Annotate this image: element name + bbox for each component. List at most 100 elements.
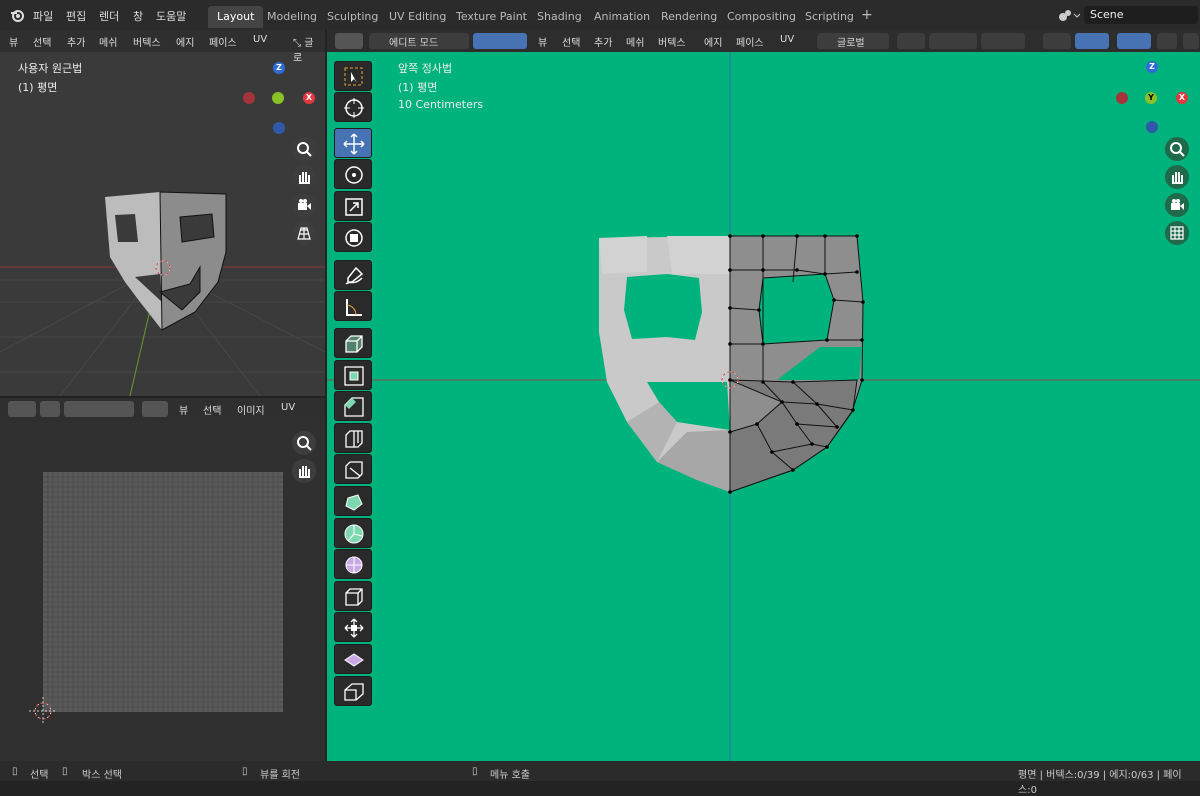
add-workspace-button[interactable]: + bbox=[852, 6, 882, 28]
mesh-vertex[interactable] bbox=[728, 378, 732, 382]
menu-window[interactable]: 창 bbox=[133, 8, 143, 24]
mesh-vertex[interactable] bbox=[823, 234, 827, 238]
mesh-vertex[interactable] bbox=[780, 400, 784, 404]
mesh-vertex[interactable] bbox=[761, 234, 765, 238]
rip-icon[interactable] bbox=[334, 676, 372, 706]
uv-menu-view[interactable]: 뷰 bbox=[176, 401, 191, 417]
edge-slide-icon[interactable] bbox=[334, 581, 372, 611]
mesh-vertex[interactable] bbox=[861, 300, 865, 304]
menu-edit[interactable]: 편집 bbox=[66, 8, 86, 24]
editor-type-icon[interactable] bbox=[8, 401, 36, 417]
gizmo-toggle-icon[interactable] bbox=[1075, 33, 1109, 49]
extrude-icon[interactable] bbox=[334, 328, 372, 358]
uv-menu-select[interactable]: 선택 bbox=[200, 401, 224, 417]
mesh-vertex[interactable] bbox=[825, 445, 829, 449]
menu-render[interactable]: 렌더 bbox=[99, 8, 119, 24]
shrink-icon[interactable] bbox=[334, 612, 372, 642]
uv-select-mode-group[interactable] bbox=[64, 401, 134, 417]
mesh-vertex[interactable] bbox=[860, 378, 864, 382]
sticky-select-icon[interactable] bbox=[142, 401, 168, 417]
overlay-toggle-icon[interactable] bbox=[1117, 33, 1151, 49]
left-menu-mesh[interactable]: 메쉬 bbox=[96, 33, 120, 49]
mesh-vertex[interactable] bbox=[815, 402, 819, 406]
main-menu-mesh[interactable]: 메쉬 bbox=[623, 33, 647, 49]
main-grid-icon[interactable] bbox=[1165, 221, 1189, 245]
tab-layout[interactable]: Layout bbox=[208, 6, 264, 28]
transform-orientation[interactable]: 글로벌 bbox=[817, 33, 889, 49]
left-menu-add[interactable]: 추가 bbox=[64, 33, 88, 49]
main-gizmo-neg-z[interactable] bbox=[1146, 121, 1158, 133]
left-menu-select[interactable]: 선택 bbox=[30, 33, 54, 49]
mesh-vertex[interactable] bbox=[728, 342, 732, 346]
main-camera-icon[interactable] bbox=[1165, 193, 1189, 217]
proportional-edit-icon[interactable] bbox=[981, 33, 1025, 49]
annotate-icon[interactable] bbox=[334, 260, 372, 290]
uv-editor[interactable]: 뷰 선택 이미지 UV bbox=[0, 398, 325, 761]
left-transform-orientation[interactable]: ⤡ 글로 bbox=[290, 33, 325, 64]
blender-logo-icon[interactable] bbox=[10, 8, 24, 25]
mesh-vertex[interactable] bbox=[851, 408, 855, 412]
menu-file[interactable]: 파일 bbox=[33, 8, 53, 24]
mesh-vertex[interactable] bbox=[810, 442, 814, 446]
mesh-vertex[interactable] bbox=[860, 338, 864, 342]
tab-modeling[interactable]: Modeling bbox=[258, 6, 326, 28]
mode-selector[interactable]: 에디트 모드 bbox=[369, 33, 469, 49]
mesh-vertex[interactable] bbox=[832, 298, 836, 302]
main-menu-vertex[interactable]: 버텍스 bbox=[655, 33, 689, 49]
scene-icon[interactable] bbox=[1058, 8, 1081, 25]
main-hand-icon[interactable] bbox=[1165, 165, 1189, 189]
grid-icon[interactable] bbox=[292, 221, 316, 245]
mesh-vertex[interactable] bbox=[755, 422, 759, 426]
mesh-vertex[interactable] bbox=[728, 490, 732, 494]
main-menu-face[interactable]: 페이스 bbox=[733, 33, 767, 49]
knife-icon[interactable] bbox=[334, 454, 372, 484]
mesh-vertex[interactable] bbox=[795, 422, 799, 426]
xray-icon[interactable] bbox=[1157, 33, 1177, 49]
main-menu-uv[interactable]: UV bbox=[777, 33, 797, 49]
mesh-vertex[interactable] bbox=[728, 268, 732, 272]
mesh-vertex[interactable] bbox=[835, 425, 839, 429]
left-menu-vertex[interactable]: 버텍스 bbox=[130, 33, 164, 49]
zoom-icon[interactable] bbox=[292, 137, 316, 161]
tab-texture-paint[interactable]: Texture Paint bbox=[447, 6, 536, 28]
select-box-icon[interactable] bbox=[334, 61, 372, 91]
tab-rendering[interactable]: Rendering bbox=[652, 6, 726, 28]
mesh-vertex[interactable] bbox=[770, 450, 774, 454]
scene-field[interactable]: Scene bbox=[1084, 6, 1198, 24]
left-gizmo-x[interactable]: X bbox=[303, 92, 315, 104]
main-menu-add[interactable]: 추가 bbox=[591, 33, 615, 49]
camera-icon[interactable] bbox=[292, 193, 316, 217]
uv-menu-uv[interactable]: UV bbox=[278, 401, 298, 417]
shading-icon[interactable] bbox=[1183, 33, 1199, 49]
bevel-icon[interactable] bbox=[334, 391, 372, 421]
left-menu-uv[interactable]: UV bbox=[250, 33, 270, 49]
move-icon[interactable] bbox=[334, 128, 372, 158]
visibility-icon[interactable] bbox=[1043, 33, 1071, 49]
loop-cut-icon[interactable] bbox=[334, 423, 372, 453]
tab-shading[interactable]: Shading bbox=[528, 6, 591, 28]
mesh-vertex[interactable] bbox=[855, 234, 859, 238]
shear-icon[interactable] bbox=[334, 644, 372, 674]
inset-icon[interactable] bbox=[334, 360, 372, 390]
mesh-vertex[interactable] bbox=[728, 430, 732, 434]
uv-hand-icon[interactable] bbox=[292, 459, 316, 483]
mesh-vertex[interactable] bbox=[761, 342, 765, 346]
uv-menu-image[interactable]: 이미지 bbox=[234, 401, 268, 417]
left-menu-edge[interactable]: 에지 bbox=[173, 33, 197, 49]
poly-build-icon[interactable] bbox=[334, 486, 372, 516]
main-menu-view[interactable]: 뷰 bbox=[535, 33, 550, 49]
main-gizmo-z[interactable]: Z bbox=[1146, 61, 1158, 73]
left-gizmo-y[interactable] bbox=[272, 92, 284, 104]
mesh-vertex[interactable] bbox=[795, 234, 799, 238]
mesh-vertex[interactable] bbox=[791, 468, 795, 472]
tab-animation[interactable]: Animation bbox=[585, 6, 659, 28]
mesh-vertex[interactable] bbox=[728, 234, 732, 238]
left-gizmo-neg-z[interactable] bbox=[273, 122, 285, 134]
main-gizmo-y[interactable]: Y bbox=[1145, 92, 1157, 104]
main-gizmo-neg-x[interactable] bbox=[1116, 92, 1128, 104]
mesh-vertex[interactable] bbox=[823, 272, 827, 276]
main-menu-edge[interactable]: 에지 bbox=[701, 33, 725, 49]
main-gizmo-x[interactable]: X bbox=[1176, 92, 1188, 104]
snap-icon[interactable] bbox=[929, 33, 977, 49]
mesh-vertex[interactable] bbox=[795, 268, 799, 272]
